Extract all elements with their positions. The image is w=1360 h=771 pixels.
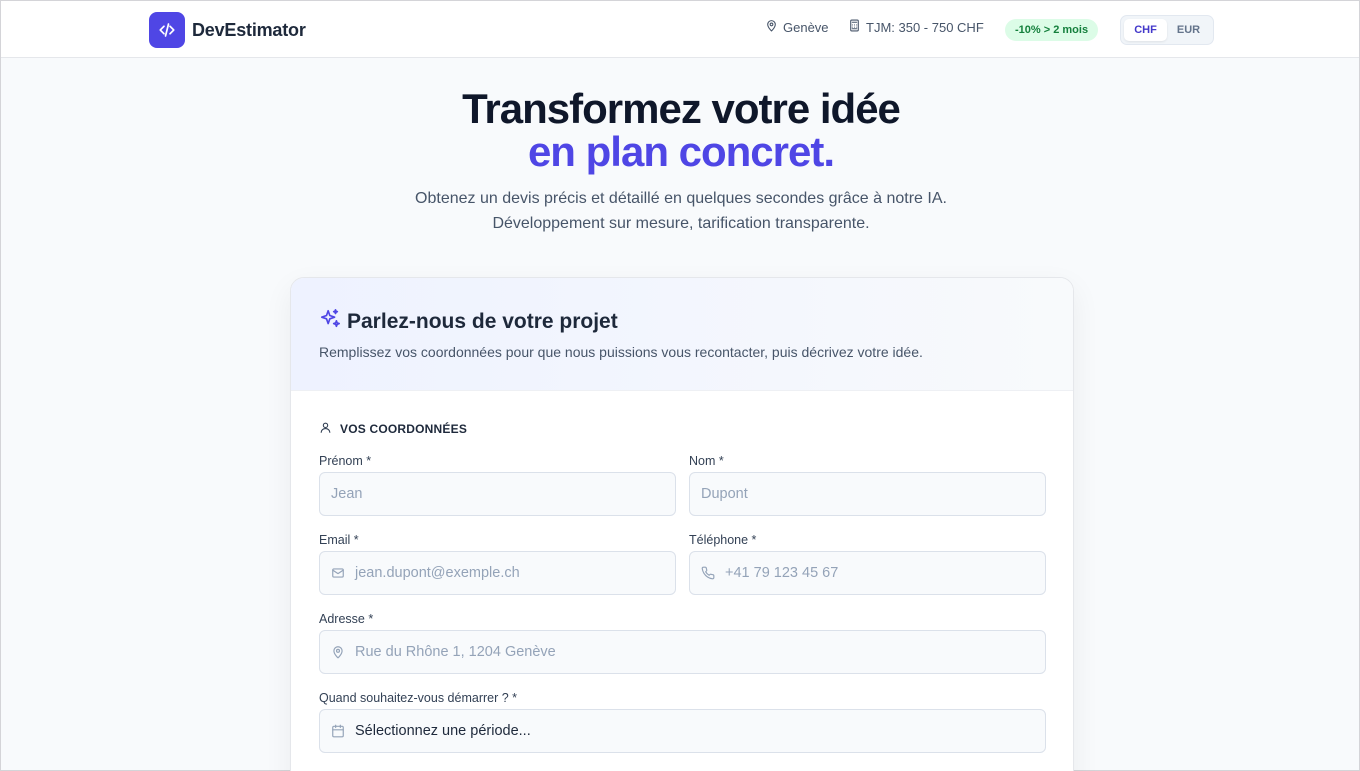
user-icon: [319, 421, 340, 437]
section-contact-title: VOS COORDONNÉES: [319, 421, 467, 437]
phone-placeholder: +41 79 123 45 67: [725, 565, 839, 581]
sparkles-icon: [319, 308, 341, 335]
section-contact-text: VOS COORDONNÉES: [340, 422, 468, 436]
start-period-label: Quand souhaitez-vous démarrer ? *: [319, 691, 518, 705]
calculator-icon: [848, 19, 866, 35]
map-pin-icon: [331, 645, 355, 659]
currency-toggle: CHF EUR: [1120, 15, 1214, 45]
last-name-placeholder: Dupont: [701, 486, 748, 502]
form-title: Parlez-nous de votre projet: [319, 308, 618, 335]
last-name-input[interactable]: Dupont: [689, 472, 1046, 516]
address-placeholder: Rue du Rhône 1, 1204 Genève: [355, 644, 556, 660]
tjm-text: TJM: 350 - 750 CHF: [866, 19, 984, 35]
last-name-label: Nom *: [689, 454, 724, 468]
first-name-input[interactable]: Jean: [319, 472, 676, 516]
email-input[interactable]: jean.dupont@exemple.ch: [319, 551, 676, 595]
hero-subtitle-line2: Développement sur mesure, tarification t…: [492, 215, 870, 232]
start-period-select[interactable]: Sélectionnez une période...: [319, 709, 1046, 753]
address-input[interactable]: Rue du Rhône 1, 1204 Genève: [319, 630, 1046, 674]
currency-eur-button[interactable]: EUR: [1167, 19, 1210, 41]
email-placeholder: jean.dupont@exemple.ch: [355, 565, 520, 581]
code-icon: [149, 12, 185, 48]
brand-name: DevEstimator: [192, 19, 306, 40]
brand-logo-link[interactable]: DevEstimator: [149, 12, 306, 48]
tjm-info: TJM: 350 - 750 CHF: [848, 19, 984, 35]
form-card-header: Parlez-nous de votre projet Remplissez v…: [291, 278, 1073, 391]
form-description: Remplissez vos coordonnées pour que nous…: [319, 344, 923, 360]
first-name-placeholder: Jean: [331, 486, 363, 502]
currency-chf-button[interactable]: CHF: [1124, 19, 1167, 41]
phone-input[interactable]: +41 79 123 45 67: [689, 551, 1046, 595]
phone-label: Téléphone *: [689, 533, 757, 547]
discount-badge: -10% > 2 mois: [1005, 19, 1099, 41]
first-name-label: Prénom *: [319, 454, 372, 468]
hero-title-line1: Transformez votre idée: [462, 85, 901, 132]
map-pin-icon: [765, 19, 783, 35]
project-form-card: Parlez-nous de votre projet Remplissez v…: [290, 277, 1074, 771]
phone-icon: [701, 566, 725, 580]
location-info: Genève: [765, 19, 829, 35]
hero-title-line2: en plan concret.: [527, 128, 835, 175]
email-label: Email *: [319, 533, 359, 547]
start-period-value: Sélectionnez une période...: [355, 723, 531, 739]
form-title-text: Parlez-nous de votre projet: [347, 309, 618, 333]
address-label: Adresse *: [319, 612, 374, 626]
top-navbar: DevEstimator Genève TJM: 350 - 750 CHF -…: [1, 1, 1359, 58]
location-text: Genève: [783, 19, 829, 35]
calendar-icon: [331, 724, 355, 738]
hero-subtitle-line1: Obtenez un devis précis et détaillé en q…: [415, 190, 947, 207]
mail-icon: [331, 566, 355, 580]
